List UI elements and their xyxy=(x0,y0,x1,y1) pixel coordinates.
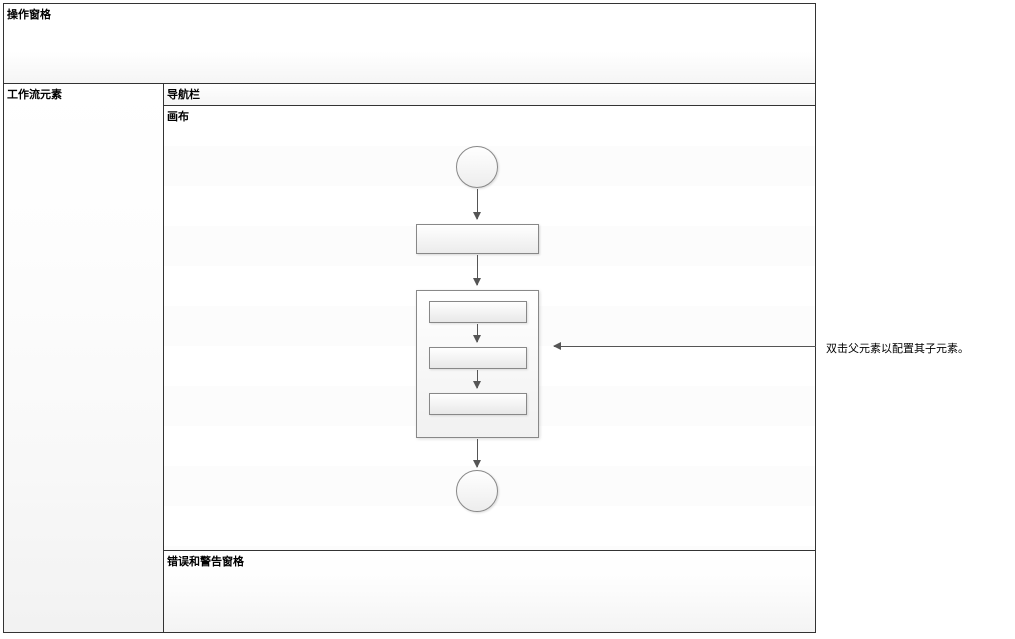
navigation-bar-label: 导航栏 xyxy=(167,86,200,102)
workflow-elements-label: 工作流元素 xyxy=(7,86,62,102)
errors-warnings-label: 错误和警告窗格 xyxy=(167,553,244,569)
child-element[interactable] xyxy=(429,301,527,323)
step-node[interactable] xyxy=(416,224,539,254)
flow-arrow xyxy=(477,370,478,388)
workflow-designer-layout: 操作窗格 工作流元素 导航栏 画布 xyxy=(3,3,816,633)
child-element[interactable] xyxy=(429,347,527,369)
flow-arrow xyxy=(477,439,478,467)
child-element[interactable] xyxy=(429,393,527,415)
end-node[interactable] xyxy=(456,470,498,512)
canvas-label: 画布 xyxy=(167,108,189,124)
navigation-bar: 导航栏 xyxy=(164,84,815,106)
lower-area: 工作流元素 导航栏 画布 xyxy=(4,84,815,632)
workflow-elements-pane: 工作流元素 xyxy=(4,84,164,632)
actions-pane: 操作窗格 xyxy=(4,4,815,84)
right-column: 导航栏 画布 xyxy=(164,84,815,632)
canvas-pane[interactable]: 画布 xyxy=(164,106,815,550)
errors-warnings-pane: 错误和警告窗格 xyxy=(164,550,815,632)
flow-arrow xyxy=(477,189,478,219)
flow-arrow xyxy=(477,324,478,342)
start-node[interactable] xyxy=(456,146,498,188)
flowchart xyxy=(164,106,815,550)
parent-element-group[interactable] xyxy=(416,290,539,438)
actions-pane-label: 操作窗格 xyxy=(7,6,51,22)
flow-arrow xyxy=(477,255,478,285)
callout-text: 双击父元素以配置其子元素。 xyxy=(826,340,969,356)
